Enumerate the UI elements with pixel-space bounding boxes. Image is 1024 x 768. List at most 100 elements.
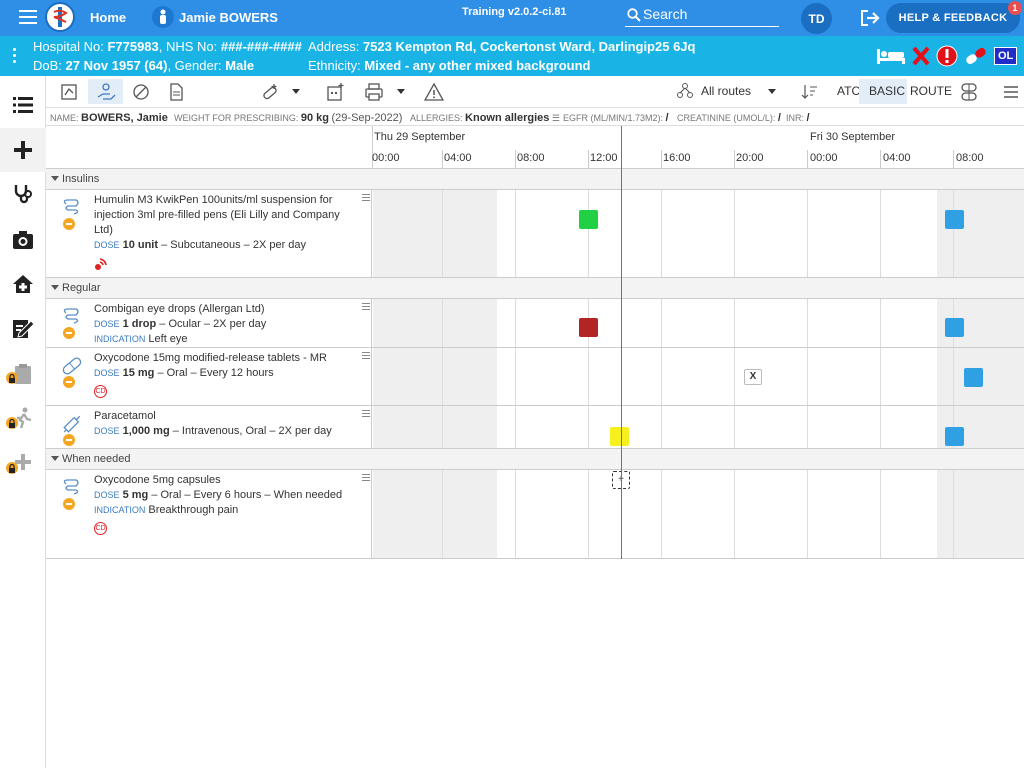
view-route[interactable]: ROUTE [910,84,952,98]
row-menu-icon[interactable] [362,474,370,483]
med-row-combigan[interactable]: Combigan eye drops (Allergan Ltd) DOSE 1… [46,299,1024,348]
row-menu-icon[interactable] [362,410,370,419]
dose-label: DOSE [94,240,120,250]
collapse-icon[interactable] [51,456,59,461]
collapse-icon[interactable] [51,176,59,181]
pill-icon[interactable] [964,46,988,66]
edit-document-icon[interactable] [11,316,35,340]
no-entry-icon[interactable] [131,82,151,102]
document-icon[interactable] [166,82,186,102]
bed-icon[interactable] [876,46,906,66]
warning-icon[interactable] [424,82,444,102]
dose-planned-marker[interactable] [964,368,983,387]
row-menu-icon[interactable] [362,194,370,203]
row-menu-icon[interactable] [362,352,370,361]
drug-group-icon[interactable] [959,82,979,102]
close-icon[interactable] [912,46,930,66]
med-row-humulin[interactable]: Humulin M3 KwikPen 100units/ml suspensio… [46,190,1024,278]
section-insulins[interactable]: Insulins [46,169,1024,190]
info-allergies[interactable]: ALLERGIES: Known allergies ☰ [410,112,560,124]
med-name: Paracetamol [94,410,156,422]
calendar-add-icon[interactable] [325,82,345,102]
nhs-label: , NHS No: [158,39,218,54]
controlled-drug-badge: CD [94,385,107,398]
training-version: Training v2.0.2-ci.81 [462,6,567,18]
dose-due-marker[interactable] [610,427,629,446]
menu-icon[interactable] [19,10,37,26]
camera-icon[interactable] [11,228,35,252]
view-basic[interactable]: BASIC [869,84,905,98]
hospital-label: Hospital No: [33,39,104,54]
patient-icon[interactable] [152,6,174,28]
controlled-drug-badge: CD [94,522,107,535]
routes-dropdown-caret[interactable] [768,89,776,94]
med-row-oxycodone-5[interactable]: Oxycodone 5mg capsules DOSE 5 mg – Oral … [46,470,1024,559]
dose-label: DOSE [94,319,120,329]
med-details[interactable]: Combigan eye drops (Allergan Ltd) DOSE 1… [46,299,372,347]
lock-icon [6,462,18,474]
view-atc[interactable]: ATC [837,84,860,98]
dose-not-given-marker[interactable]: X [744,369,762,385]
add-medication-icon[interactable] [260,82,280,102]
dob-label: DoB: [33,58,62,73]
logout-icon[interactable] [860,9,880,32]
section-regular[interactable]: Regular [46,278,1024,299]
dose-planned-marker[interactable] [945,427,964,446]
section-title: Regular [62,282,101,294]
dose-label: DOSE [94,368,120,378]
more-menu-icon[interactable] [1001,82,1021,102]
routes-select[interactable]: All routes [701,84,751,98]
sort-icon[interactable] [800,82,820,102]
hour-label: 08:00 [956,152,984,164]
dose-planned-marker[interactable] [945,210,964,229]
banner-icons: OL [876,44,1018,68]
print-dropdown-caret[interactable] [397,89,405,94]
more-options-icon[interactable] [13,48,17,66]
tick [588,150,589,169]
chart-view-icon[interactable] [59,82,79,102]
section-when-needed[interactable]: When needed [46,449,1024,470]
address-label: Address: [308,39,360,54]
chart-toolbar: All routes ATC BASIC ROUTE [46,76,1024,108]
user-avatar[interactable]: TD [801,3,832,34]
ol-badge[interactable]: OL [994,47,1018,65]
home-hospital-icon[interactable] [11,272,35,296]
dose-given-marker[interactable] [579,210,598,229]
add-icon[interactable] [11,138,35,162]
med-details[interactable]: Humulin M3 KwikPen 100units/ml suspensio… [46,190,372,277]
list-icon[interactable] [11,93,35,117]
med-details[interactable]: Paracetamol DOSE 1,000 mg – Intravenous,… [46,406,372,448]
hour-label: 04:00 [444,152,472,164]
hour-label: 20:00 [736,152,764,164]
print-icon[interactable] [364,82,384,102]
help-feedback-button[interactable]: HELP & FEEDBACK 1 [886,1,1022,33]
patient-name[interactable]: Jamie BOWERS [179,10,278,25]
weight-date: (29-Sep-2022) [331,112,403,124]
ethnicity-value: Mixed - any other mixed background [364,58,591,73]
dose-planned-marker[interactable] [945,318,964,337]
med-details[interactable]: Oxycodone 5mg capsules DOSE 5 mg – Oral … [46,470,372,558]
med-name: Oxycodone 15mg modified-release tablets … [94,352,327,364]
med-details[interactable]: Oxycodone 15mg modified-release tablets … [46,348,372,405]
syringe-icon [63,415,81,446]
med-row-paracetamol[interactable]: Paracetamol DOSE 1,000 mg – Intravenous,… [46,406,1024,449]
dose-missed-marker[interactable] [579,318,598,337]
add-dropdown-caret[interactable] [292,89,300,94]
med-row-oxycodone-15[interactable]: Oxycodone 15mg modified-release tablets … [46,348,1024,406]
app-logo[interactable] [45,2,75,32]
administer-hand-icon[interactable] [96,82,116,102]
row-menu-icon[interactable] [362,303,370,312]
search-input[interactable]: Search [625,5,779,27]
section-title: Insulins [62,173,100,185]
tick [807,150,808,169]
banner-address-line: Address: 7523 Kempton Rd, Cockertonst Wa… [308,39,695,54]
collapse-icon[interactable] [51,285,59,290]
home-link[interactable]: Home [90,10,126,25]
alert-icon[interactable] [936,45,958,67]
eye-drop-icon [63,308,79,339]
dose-detail: – Oral – Every 12 hours [157,367,274,379]
hour-label: 04:00 [883,152,911,164]
routes-icon [677,83,693,98]
hour-label: 16:00 [663,152,691,164]
stethoscope-icon[interactable] [11,182,35,206]
